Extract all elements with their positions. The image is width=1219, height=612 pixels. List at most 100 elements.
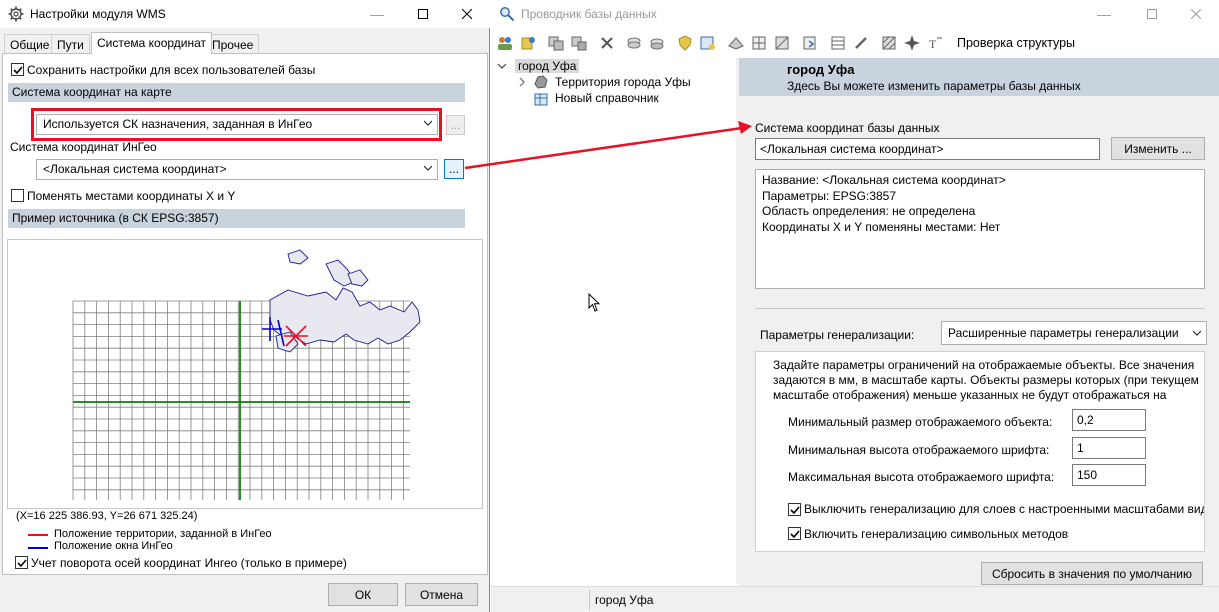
crosshair-icon[interactable] xyxy=(903,34,921,52)
cs-info-domain: Область определения: не определена xyxy=(762,204,976,218)
shield-icon[interactable] xyxy=(676,34,694,52)
gear-icon xyxy=(8,6,24,22)
territory-icon xyxy=(534,75,548,89)
maximize-button[interactable] xyxy=(400,0,446,28)
mouse-cursor-icon xyxy=(588,293,600,312)
map-cs-select[interactable]: Используется СК назначения, заданная в И… xyxy=(36,114,438,135)
gen-description-line: Задайте параметры ограничений на отображ… xyxy=(773,358,1195,372)
export-icon[interactable] xyxy=(801,34,819,52)
tree-root[interactable]: город Уфа xyxy=(515,59,580,73)
explorer-app-icon xyxy=(500,7,515,22)
gen-params-value: Расширенные параметры генерализации xyxy=(948,326,1179,340)
map-cs-header: Система координат на карте xyxy=(8,83,465,102)
maximize-icon xyxy=(1147,9,1157,19)
status-text: город Уфа xyxy=(595,593,654,607)
tab-general[interactable]: Общие xyxy=(4,34,56,54)
close-icon xyxy=(462,9,472,19)
style-icon[interactable] xyxy=(727,34,745,52)
checkmark-icon xyxy=(790,506,800,515)
map-cs-dots-button[interactable]: ... xyxy=(446,115,465,135)
change-cs-button[interactable]: Изменить ... xyxy=(1111,137,1205,160)
legend-blue-swatch xyxy=(28,547,48,549)
ingeo-cs-select[interactable]: <Локальная система координат> xyxy=(36,159,438,180)
map-cs-value: Используется СК назначения, заданная в И… xyxy=(43,117,313,131)
rotation-checkbox[interactable] xyxy=(15,556,28,569)
layers-stack-icon[interactable] xyxy=(648,34,666,52)
disable-gen-scaled-label: Выключить генерализацию для слоев с наст… xyxy=(804,502,1204,516)
chevron-down-icon xyxy=(1193,330,1201,336)
hatch-icon[interactable] xyxy=(880,34,898,52)
directory-icon xyxy=(534,93,548,106)
ok-button[interactable]: ОК xyxy=(328,583,398,606)
panel-header-subtitle: Здесь Вы можете изменить параметры базы … xyxy=(787,79,1081,93)
tab-paths[interactable]: Пути xyxy=(51,34,90,54)
enable-gen-symbol-checkbox[interactable] xyxy=(788,527,801,540)
cs-info-swapped: Координаты X и Y поменяны местами: Нет xyxy=(762,219,1001,234)
gen-description: Задайте параметры ограничений на отображ… xyxy=(773,358,1205,403)
min-object-input[interactable]: 0,2 xyxy=(1072,409,1146,431)
gen-description-line: масштабе отображения) меньше указанных н… xyxy=(773,388,1167,402)
reset-defaults-button[interactable]: Сбросить в значения по умолчанию xyxy=(981,562,1203,585)
expand-icon[interactable] xyxy=(497,61,507,71)
panel-header-title: город Уфа xyxy=(787,62,855,77)
close-button[interactable] xyxy=(444,0,490,28)
tree-item-directory[interactable]: Новый справочник xyxy=(555,91,659,105)
db-cs-field[interactable]: <Локальная система координат> xyxy=(755,138,1100,160)
ingeo-cs-dots-button[interactable]: ... xyxy=(444,159,464,179)
tab-other[interactable]: Прочее xyxy=(206,34,260,54)
ingeo-cs-value: <Локальная система координат> xyxy=(43,162,227,176)
chevron-down-icon xyxy=(424,120,432,126)
disable-gen-scaled-checkbox[interactable] xyxy=(788,503,801,516)
check-structure-button[interactable]: Проверка структуры xyxy=(957,36,1075,50)
map-preview xyxy=(7,239,483,509)
cs-info-box: Название: <Локальная система координат> … xyxy=(755,169,1205,289)
move-layer-icon[interactable] xyxy=(570,34,588,52)
max-font-label: Максимальная высота отображаемого шрифта… xyxy=(788,470,1055,484)
gen-description-line: задаются в мм, в масштабе карты. Объекты… xyxy=(773,373,1199,387)
rotation-label: Учет поворота осей координат Ингео (толь… xyxy=(31,556,347,570)
max-font-input[interactable]: 150 xyxy=(1072,464,1146,486)
svg-text:T: T xyxy=(929,37,937,51)
map-settings-icon[interactable] xyxy=(699,34,717,52)
layers-icon[interactable] xyxy=(625,34,643,52)
checkmark-icon xyxy=(17,559,27,568)
collapsed-arrow-icon[interactable] xyxy=(517,77,527,87)
close-icon xyxy=(1191,9,1201,19)
ingeo-cs-label: Система координат ИнГео xyxy=(10,140,157,154)
edit-icon[interactable] xyxy=(852,34,870,52)
map-preview-canvas xyxy=(72,249,421,500)
disable-gen-scaled-label-clip: Выключить генерализацию для слоев с наст… xyxy=(804,502,1204,518)
tree-item-territory[interactable]: Территория города Уфы xyxy=(555,75,691,89)
table-icon[interactable] xyxy=(829,34,847,52)
explorer-minimize-button[interactable]: — xyxy=(1081,0,1127,28)
text-style-icon[interactable]: T xyxy=(926,34,944,52)
legend-red-swatch xyxy=(28,534,48,536)
copy-layer-icon[interactable] xyxy=(547,34,565,52)
grid-style-icon[interactable] xyxy=(750,34,768,52)
tab-coordinate-system[interactable]: Система координат xyxy=(91,32,213,54)
save-for-all-label: Сохранить настройки для всех пользовател… xyxy=(27,63,316,77)
database-user-icon[interactable] xyxy=(519,34,537,52)
checkmark-icon xyxy=(790,530,800,539)
save-for-all-checkbox[interactable] xyxy=(11,63,24,76)
gen-params-select[interactable]: Расширенные параметры генерализации xyxy=(941,321,1207,345)
pattern-icon[interactable] xyxy=(773,34,791,52)
enable-gen-symbol-label: Включить генерализацию символьных методо… xyxy=(804,527,1069,541)
coords-readout: (X=16 225 386.93, Y=26 671 325.24) xyxy=(16,510,198,522)
maximize-icon xyxy=(418,9,428,19)
explorer-close-button[interactable] xyxy=(1173,0,1219,28)
delete-icon[interactable] xyxy=(598,34,616,52)
cs-info-params: Параметры: EPSG:3857 xyxy=(762,188,897,203)
panel-separator xyxy=(755,308,1205,309)
swap-xy-checkbox[interactable] xyxy=(11,189,24,202)
users-icon[interactable] xyxy=(496,34,514,52)
status-divider xyxy=(589,590,590,610)
sample-header: Пример источника (в СК EPSG:3857) xyxy=(8,209,465,228)
legend-blue-label: Положение окна ИнГео xyxy=(54,540,173,552)
cancel-button[interactable]: Отмена xyxy=(405,583,478,606)
min-font-input[interactable]: 1 xyxy=(1072,437,1146,459)
minimize-button[interactable]: — xyxy=(354,0,400,28)
db-explorer-window: Проводник базы данных — T Проверка струк… xyxy=(491,0,1219,612)
swap-xy-label: Поменять местами координаты X и Y xyxy=(27,189,236,203)
explorer-maximize-button[interactable] xyxy=(1129,0,1175,28)
